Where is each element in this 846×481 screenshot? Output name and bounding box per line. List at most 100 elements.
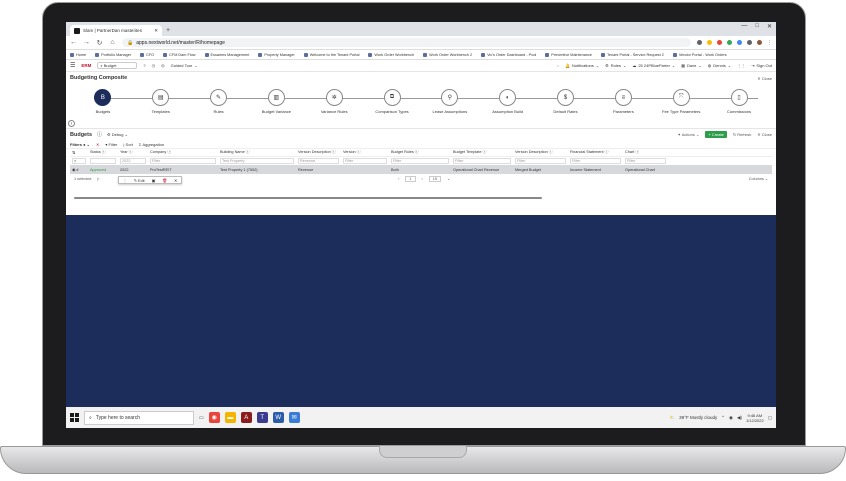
url-field[interactable]: 🔒 apps.nextworld.net/master/R/homepage [122,38,691,47]
filter-cell[interactable]: Filter [148,158,218,164]
network-icon[interactable]: ◉ [729,415,733,421]
column-header-label[interactable]: Budget Rules [391,150,414,154]
taskbar-search-input[interactable]: ⌕ Type here to search [84,410,194,425]
sort-button[interactable]: | Sort [123,142,133,147]
filter-input[interactable]: Revenue [298,158,339,164]
filter-cell[interactable]: Filter [451,158,513,164]
sort-icon[interactable]: ⇅ [72,151,75,155]
step-rules[interactable]: ✎ Rules [190,89,248,114]
page-number-input[interactable]: 1 [405,175,416,182]
reload-icon[interactable]: ↻ [96,39,103,47]
back-icon[interactable]: ← [70,39,77,46]
bookmark-item[interactable]: Work Order Workbench 2 [423,52,472,57]
task-view-icon[interactable]: ▭ [199,415,204,421]
bookmark-item[interactable]: CFM Dam Flow [163,52,196,57]
composite-close-button[interactable]: ✕ Close [757,76,772,81]
column-header-label[interactable]: Company [150,150,166,154]
step-commissions[interactable]: ▯ Commissions [710,89,768,114]
roles-button[interactable]: ⚙ Roles ⌄ [605,63,626,68]
pager-next-icon[interactable]: › [422,177,423,181]
refresh-button[interactable]: ↻ Refresh [733,132,751,137]
filter-cell[interactable]: Filter [623,158,668,164]
browser-tab[interactable]: Slam | PartnerDan masterites ✕ [70,25,162,36]
filter-cell[interactable]: Filter [568,158,623,164]
column-header-label[interactable]: Status [90,150,101,154]
sign-out-button[interactable]: ⇥ Sign Out [751,63,772,68]
maximize-button[interactable]: □ [755,23,759,30]
filter-cell[interactable]: Filter [341,158,389,164]
pager-prev-icon[interactable]: ‹ [398,177,399,181]
step-budget-variance[interactable]: ▥ Budget Variance [247,89,305,114]
column-header-label[interactable]: Version Description [515,150,548,154]
extension-icon[interactable] [727,40,732,45]
new-tab-button[interactable]: + [166,25,170,36]
step-assumption-build[interactable]: ◐ Assumption Build [479,89,537,114]
close-menu-icon[interactable]: ✕ [174,178,177,183]
per-page-chevron-icon[interactable]: ⌄ [447,176,450,181]
create-button[interactable]: + Create [705,131,727,138]
drag-handle-icon[interactable]: ⋮ [123,178,127,183]
clock[interactable]: 9:46 AM 1/12/2022 [746,413,764,423]
windows-start-icon[interactable] [70,413,79,422]
bookmark-item[interactable]: Tenant Portal - Service Request 2 [601,52,664,57]
hamburger-menu-icon[interactable]: ☰ [70,62,75,69]
info-icon[interactable]: ⓘ [97,131,102,138]
step-comparison-types[interactable]: ⧉ Comparison Types [363,89,421,114]
bookmark-item[interactable]: CFO [140,52,154,57]
filter-input[interactable]: Filter [150,158,216,164]
bookmark-item[interactable]: Portfolio Manager [95,52,131,57]
guided-tour-button[interactable]: Guided Tour ⌄ [171,63,198,68]
header-select-cell[interactable]: ⇅ [70,150,88,155]
bookmark-item[interactable]: Work Order Workbench [368,52,414,57]
bookmark-item[interactable]: Essames Management [204,52,249,57]
filter-input[interactable]: 2022 [120,158,146,164]
filter-cell[interactable]: Filter [513,158,568,164]
edit-button[interactable]: ✎ Edit [134,178,145,183]
step-templates[interactable]: ▤ Templates [132,89,190,114]
history-icon[interactable]: ◷ [152,63,156,68]
row-checkbox[interactable]: ◉ [72,168,75,172]
bookmark-item[interactable]: Vendor Portal - Work Orders [672,52,727,57]
filter-input[interactable]: Filter [625,158,666,164]
tour-icon[interactable]: ◎ [161,63,165,68]
filter-cell[interactable] [88,158,118,164]
weather-text[interactable]: 39°F Mostly cloudy [679,415,717,420]
filter-input[interactable]: Filter [515,158,566,164]
chrome-icon[interactable]: ◉ [208,412,220,423]
word-icon[interactable]: W [272,412,284,423]
actions-button[interactable]: ✦ Actions ⌄ [678,132,700,137]
step-lease-assumptions[interactable]: ⚲ Lease Assumptions [421,89,479,114]
menu-kebab-icon[interactable]: ⋮ [767,40,772,46]
filter-cell[interactable]: 2022 [118,158,148,164]
per-page-select[interactable]: 15 [428,175,442,182]
bookmark-item[interactable]: Property Manager [258,52,295,57]
help-icon[interactable]: ? [143,63,145,68]
delete-icon[interactable]: 🗑 [162,178,167,183]
bookmark-item[interactable]: Preventive Maintenance [545,52,592,57]
bookmark-item[interactable]: Home [70,52,86,57]
filters-toggle[interactable]: Filters ● ⌄ [70,142,90,147]
debug-button[interactable]: ⚙ Debug ⌄ [107,132,128,137]
filter-toggle-icon[interactable]: ● [72,158,86,164]
teams-icon[interactable]: T [256,412,268,423]
zone-button[interactable]: ▦ Dave ⌄ [681,63,701,68]
minimize-button[interactable]: — [741,23,747,30]
column-header-label[interactable]: Year [120,150,128,154]
table-row[interactable]: ◉ # Approved 2022 ProTestREIT Test Property … [70,165,772,174]
filter-input[interactable]: Test Property [220,158,294,164]
step-default-rates[interactable]: $ Default Rates [537,89,595,114]
notifications-button[interactable]: 🔔 Notifications ⌄ [565,63,599,68]
columns-button[interactable]: Columns ⌄ [749,176,768,181]
filter-cell[interactable]: Filter [389,158,451,164]
mail-icon[interactable]: ✉ [288,412,300,423]
filter-input[interactable]: Filter [570,158,621,164]
close-tab-icon[interactable]: ✕ [154,28,158,34]
close-window-button[interactable]: ✕ [767,23,772,30]
extension-icon[interactable] [737,40,742,45]
step-variance-rules[interactable]: ✲ Variance Rules [305,89,363,114]
filter-input[interactable] [90,158,116,164]
forward-icon[interactable]: → [83,39,90,46]
column-header-label[interactable]: Version Description [298,150,331,154]
app-search-input[interactable]: ⌕ Budget [97,62,138,69]
column-header-label[interactable]: Chart [625,150,634,154]
